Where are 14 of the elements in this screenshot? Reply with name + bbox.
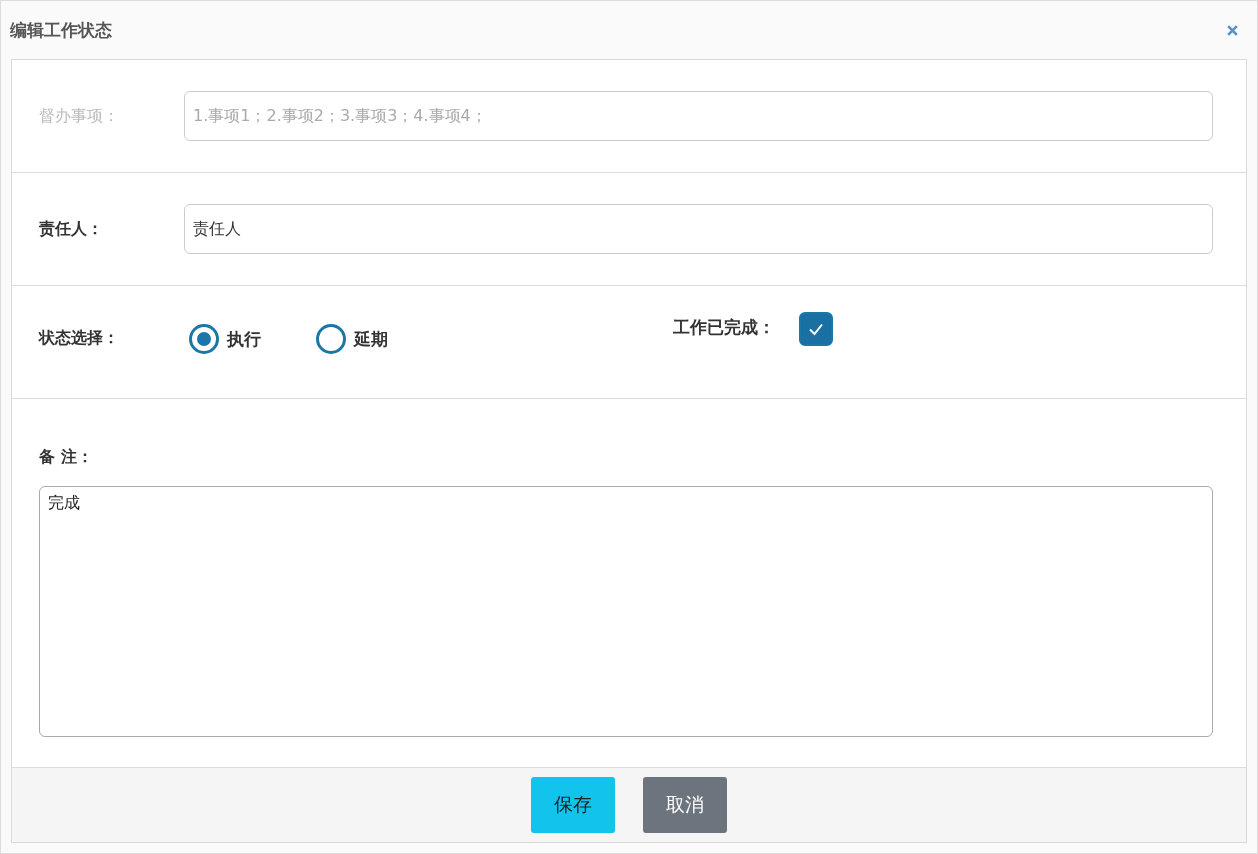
save-button[interactable]: 保存 bbox=[531, 777, 615, 833]
checkbox-label: 工作已完成： bbox=[673, 316, 775, 339]
checkbox[interactable] bbox=[799, 312, 833, 346]
field-label: 督办事项： bbox=[39, 105, 120, 127]
cancel-button[interactable]: 取消 bbox=[643, 777, 727, 833]
field-label: 责任人： bbox=[39, 218, 104, 240]
field-label: 备 注： bbox=[39, 447, 94, 468]
remarks-textarea[interactable]: 完成 bbox=[39, 486, 1213, 737]
field-label: 状态选择： bbox=[39, 327, 120, 349]
close-icon[interactable] bbox=[1226, 23, 1239, 37]
radio-option[interactable]: 延期 bbox=[316, 324, 388, 354]
radio-option[interactable]: 执行 bbox=[189, 324, 261, 354]
window-title: 编辑工作状态 bbox=[10, 18, 112, 42]
text-field[interactable]: 责任人 bbox=[184, 204, 1213, 254]
